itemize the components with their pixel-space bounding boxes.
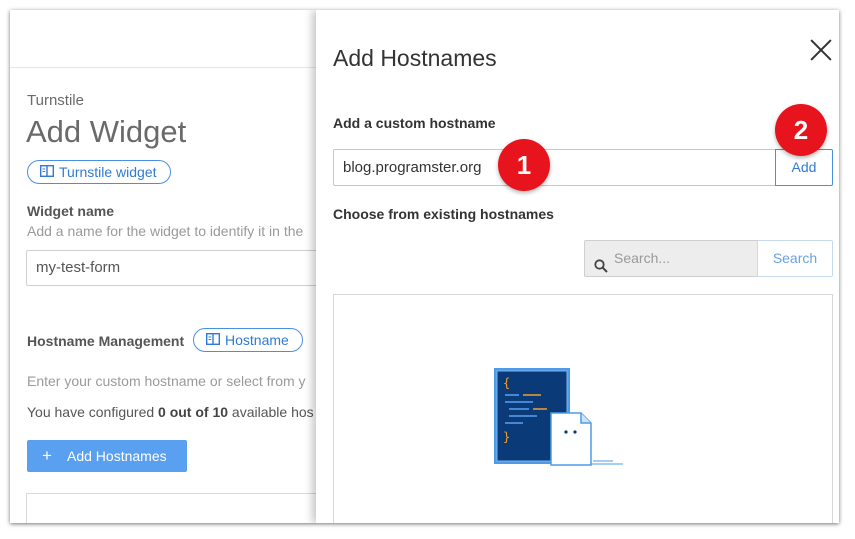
hostname-link-label: Hostname	[225, 332, 289, 348]
widget-name-input[interactable]: my-test-form	[26, 250, 346, 286]
widget-name-help: Add a name for the widget to identify it…	[27, 223, 304, 239]
add-hostnames-label: Add Hostnames	[67, 448, 167, 464]
existing-hostnames-label: Choose from existing hostnames	[333, 206, 554, 222]
hostname-help: Enter your custom hostname or select fro…	[27, 373, 306, 389]
custom-hostname-input[interactable]: blog.programster.org	[333, 149, 776, 186]
configured-count-text: You have configured 0 out of 10 availabl…	[27, 404, 314, 420]
plus-icon: +	[42, 446, 52, 465]
svg-text:}: }	[503, 430, 510, 444]
breadcrumb[interactable]: Turnstile	[27, 92, 84, 109]
book-icon	[205, 329, 221, 351]
configured-prefix: You have configured	[27, 404, 159, 420]
step-1-badge: 1	[498, 139, 550, 191]
hostname-management-label: Hostname Management	[27, 333, 185, 349]
hostname-list-box	[26, 493, 348, 523]
empty-state-illustration: { }	[493, 365, 633, 480]
svg-text:{: {	[503, 376, 510, 390]
hostname-docs-link[interactable]: Hostname	[193, 328, 303, 352]
turnstile-widget-docs-link[interactable]: Turnstile widget	[27, 160, 171, 184]
hostname-search-input[interactable]: Search...	[584, 240, 758, 277]
page-title: Add Widget	[26, 114, 187, 149]
search-icon	[594, 251, 608, 286]
window: Turnstile Add Widget Turnstile widget Wi…	[10, 10, 839, 523]
close-icon[interactable]	[810, 39, 832, 61]
turnstile-widget-link-label: Turnstile widget	[59, 164, 157, 180]
book-icon	[39, 161, 55, 183]
step-2-badge: 2	[775, 104, 827, 156]
configured-suffix: available hos	[228, 404, 314, 420]
search-placeholder: Search...	[614, 250, 671, 266]
existing-hostnames-list: { }	[333, 294, 833, 523]
configured-count: 0 out of 10	[158, 404, 229, 420]
widget-name-label: Widget name	[27, 203, 114, 219]
panel-title: Add Hostnames	[333, 45, 497, 71]
search-button[interactable]: Search	[757, 240, 833, 277]
custom-hostname-label: Add a custom hostname	[333, 115, 496, 131]
add-hostnames-button[interactable]: + Add Hostnames	[27, 440, 187, 472]
add-hostnames-panel: Add Hostnames Add a custom hostname blog…	[316, 10, 839, 523]
